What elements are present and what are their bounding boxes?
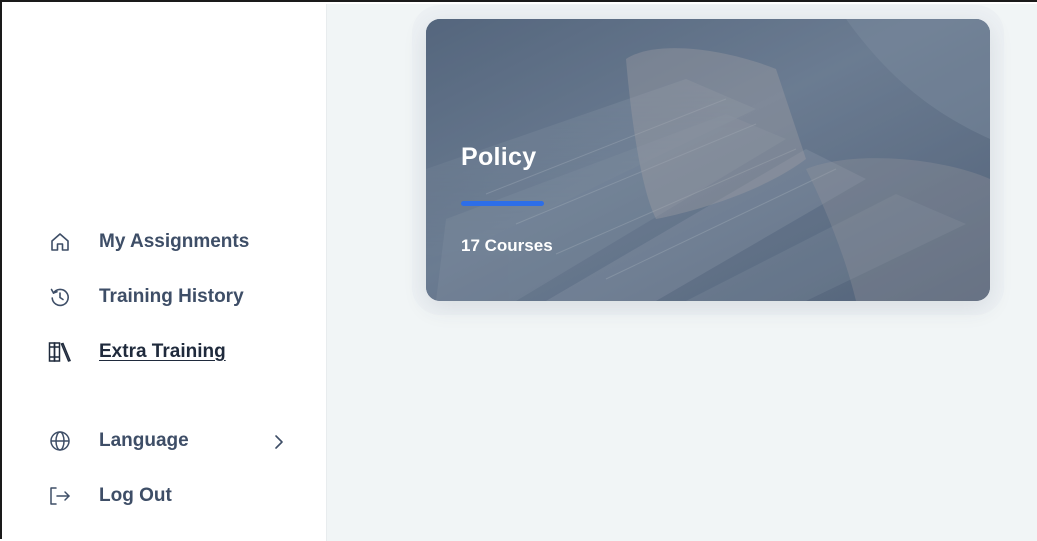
- language-label: Language: [99, 430, 189, 451]
- logout-button[interactable]: Log Out: [48, 481, 172, 511]
- card-title: Policy: [461, 143, 537, 171]
- sidebar-item-training-history[interactable]: Training History: [48, 282, 244, 312]
- home-icon: [48, 230, 72, 254]
- sidebar: My Assignments Training History Extra Tr…: [4, 4, 327, 541]
- sidebar-item-label: Training History: [99, 286, 244, 307]
- logout-label: Log Out: [99, 485, 172, 506]
- chevron-right-icon[interactable]: [272, 432, 286, 452]
- language-selector[interactable]: Language: [48, 426, 189, 456]
- logout-icon: [48, 484, 72, 508]
- books-icon: [48, 340, 72, 364]
- sidebar-item-label: My Assignments: [99, 231, 250, 252]
- card-accent-bar: [461, 201, 544, 206]
- sidebar-item-my-assignments[interactable]: My Assignments: [48, 227, 249, 257]
- globe-icon: [48, 429, 72, 453]
- card-course-count: 17 Courses: [461, 236, 553, 255]
- category-card-policy[interactable]: Policy 17 Courses: [426, 19, 990, 301]
- history-icon: [48, 285, 72, 309]
- sidebar-item-extra-training[interactable]: Extra Training: [48, 337, 226, 367]
- sidebar-item-label: Extra Training: [99, 341, 226, 362]
